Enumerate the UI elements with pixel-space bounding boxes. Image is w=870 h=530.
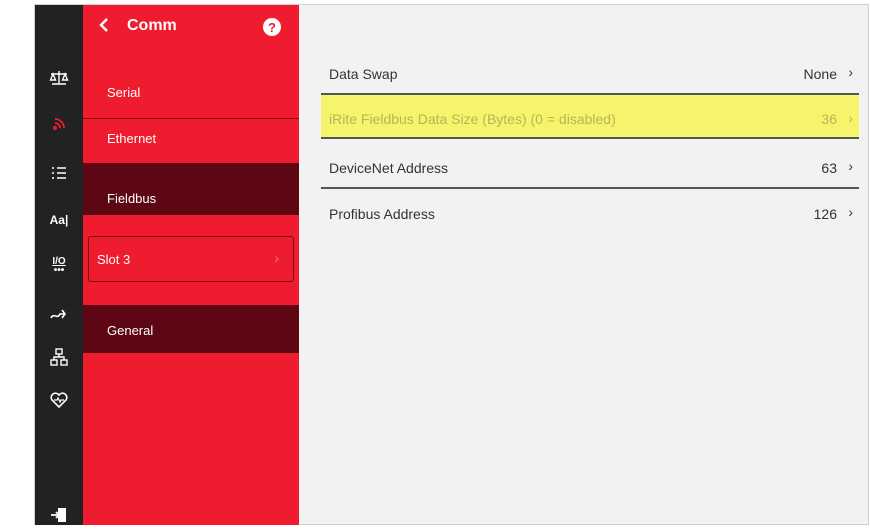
nav-item-label: Serial: [107, 85, 141, 100]
text-format-icon[interactable]: Aa|: [35, 205, 83, 235]
nav-item-serial[interactable]: Serial: [83, 75, 299, 119]
nav-title: Comm: [127, 17, 177, 34]
chevron-right-icon: ›: [848, 158, 853, 174]
nav-item-label: General: [107, 323, 154, 338]
setting-label: Data Swap: [329, 66, 398, 82]
setting-row-irite-fieldbus-data-size[interactable]: iRite Fieldbus Data Size (Bytes) (0 = di…: [321, 95, 859, 139]
io-dots: •••: [53, 265, 65, 276]
setting-value: None: [803, 66, 837, 82]
list-icon[interactable]: [35, 158, 83, 188]
settings-content: Data Swap None › iRite Fieldbus Data Siz…: [299, 5, 868, 524]
chevron-right-icon: ›: [848, 204, 853, 220]
setting-label: Profibus Address: [329, 206, 435, 222]
nav-item-fieldbus[interactable]: Fieldbus: [83, 163, 299, 215]
wireless-icon[interactable]: [35, 109, 83, 139]
setting-value: 63: [821, 160, 837, 176]
setting-row-profibus-address[interactable]: Profibus Address 126 ›: [321, 189, 859, 235]
setting-label: iRite Fieldbus Data Size (Bytes) (0 = di…: [329, 111, 616, 127]
nav-item-label: Fieldbus: [107, 191, 157, 206]
icon-rail: Aa| I/O •••: [35, 5, 83, 525]
setting-value: 36: [821, 111, 837, 127]
setting-value: 126: [813, 206, 837, 222]
nav-item-label: Ethernet: [107, 131, 157, 146]
io-icon[interactable]: I/O •••: [35, 251, 83, 281]
setting-row-devicenet-address[interactable]: DeviceNet Address 63 ›: [321, 143, 859, 189]
network-icon[interactable]: [35, 342, 83, 372]
nav-item-general[interactable]: General: [83, 305, 299, 353]
nav-item-ethernet[interactable]: Ethernet: [83, 125, 299, 161]
logout-icon[interactable]: [35, 500, 83, 530]
chevron-right-icon: ›: [274, 250, 279, 266]
chevron-right-icon: ›: [848, 64, 853, 80]
route-icon[interactable]: [35, 299, 83, 329]
help-icon[interactable]: ?: [263, 18, 281, 36]
setting-label: DeviceNet Address: [329, 160, 449, 176]
nav-item-slot[interactable]: Slot 3 ›: [88, 236, 294, 282]
setting-row-data-swap[interactable]: Data Swap None ›: [321, 49, 859, 95]
heart-health-icon[interactable]: [35, 385, 83, 415]
back-button[interactable]: [97, 15, 111, 35]
chevron-right-icon: ›: [848, 110, 853, 126]
nav-header: Comm ?: [83, 5, 299, 49]
chevron-left-icon: [99, 18, 108, 32]
scale-icon[interactable]: [35, 63, 83, 93]
slot-label: Slot 3: [97, 252, 131, 267]
